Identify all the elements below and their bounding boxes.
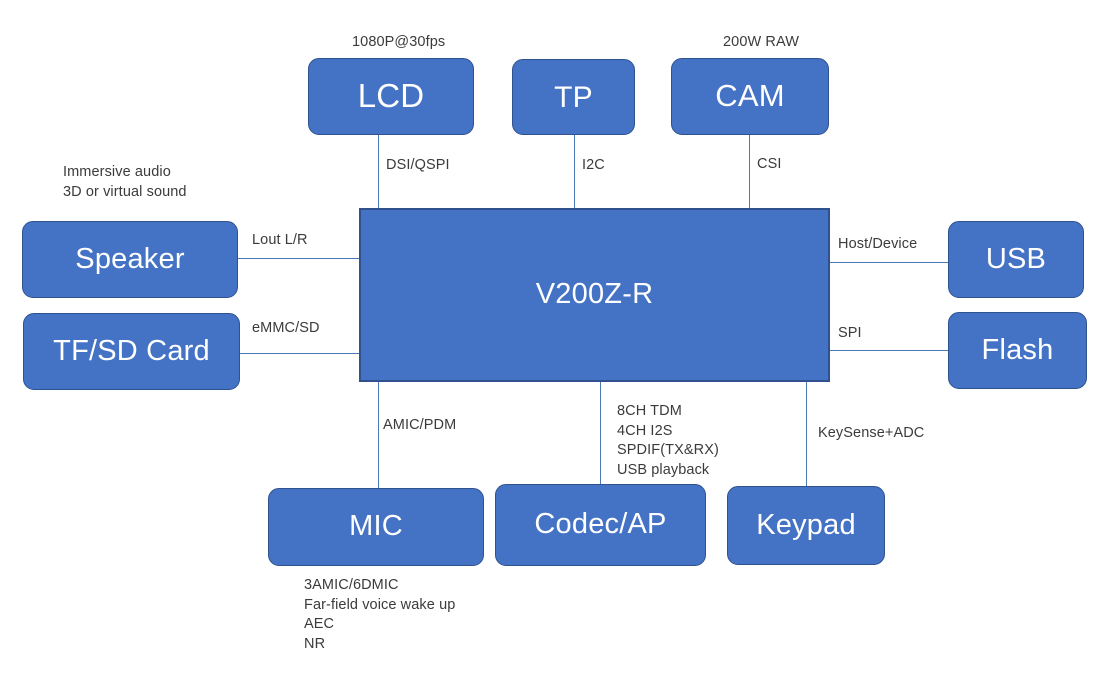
block-tp[interactable]: TP	[512, 59, 635, 135]
bus-label-flash: SPI	[838, 325, 862, 341]
note-speaker-spec: Immersive audio 3D or virtual sound	[63, 164, 187, 200]
connector-keypad	[806, 382, 807, 487]
connector-tp	[574, 134, 575, 208]
block-usb[interactable]: USB	[948, 221, 1084, 298]
block-core-soc[interactable]: V200Z-R	[359, 208, 830, 382]
connector-codec	[600, 382, 601, 485]
connector-speaker	[237, 258, 360, 259]
note-cam-spec: 200W RAW	[723, 34, 799, 50]
connector-tfsd	[240, 353, 360, 354]
connector-lcd	[378, 134, 379, 208]
connector-mic	[378, 382, 379, 489]
block-lcd[interactable]: LCD	[308, 58, 474, 135]
bus-label-mic: AMIC/PDM	[383, 417, 457, 433]
bus-label-tp: I2C	[582, 157, 605, 173]
diagram-canvas: 1080P@30fps 200W RAW Immersive audio 3D …	[0, 0, 1102, 684]
bus-label-tfsd: eMMC/SD	[252, 320, 320, 336]
bus-label-cam: CSI	[757, 156, 782, 172]
block-cam[interactable]: CAM	[671, 58, 829, 135]
bus-label-codec: 8CH TDM 4CH I2S SPDIF(TX&RX) USB playbac…	[617, 403, 719, 478]
block-tfsd[interactable]: TF/SD Card	[23, 313, 240, 390]
bus-label-keypad: KeySense+ADC	[818, 425, 925, 441]
block-speaker[interactable]: Speaker	[22, 221, 238, 298]
connector-usb	[829, 262, 949, 263]
block-flash[interactable]: Flash	[948, 312, 1087, 389]
block-keypad[interactable]: Keypad	[727, 486, 885, 565]
block-codec[interactable]: Codec/AP	[495, 484, 706, 566]
connector-flash	[829, 350, 949, 351]
bus-label-speaker: Lout L/R	[252, 232, 308, 248]
note-lcd-spec: 1080P@30fps	[352, 34, 446, 50]
note-mic-spec: 3AMIC/6DMIC Far-field voice wake up AEC …	[304, 577, 456, 652]
bus-label-usb: Host/Device	[838, 236, 918, 252]
bus-label-lcd: DSI/QSPI	[386, 157, 450, 173]
block-mic[interactable]: MIC	[268, 488, 484, 566]
connector-cam	[749, 135, 750, 208]
